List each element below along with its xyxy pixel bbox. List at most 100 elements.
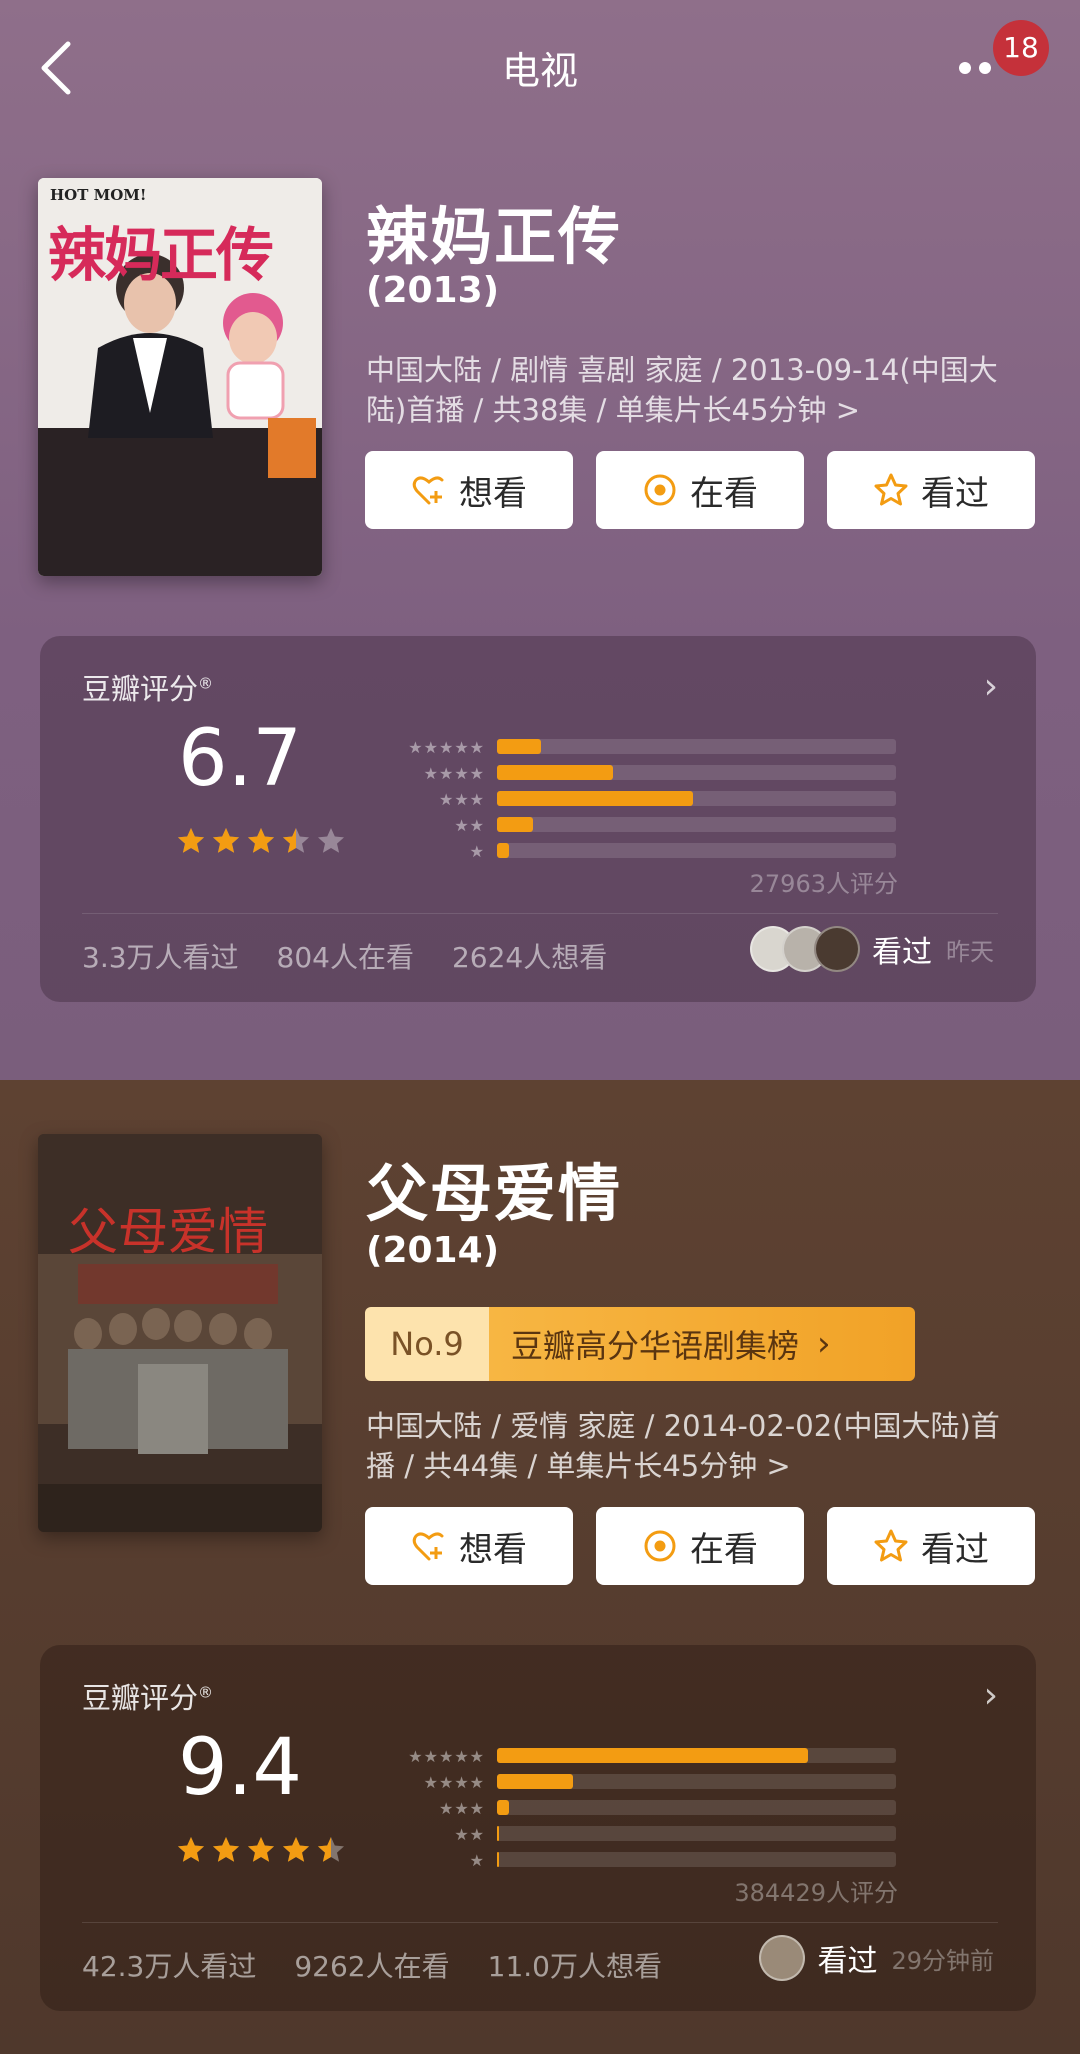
watching-button[interactable]: 在看: [596, 451, 804, 529]
poster-title-text: 父母爱情: [68, 1203, 268, 1261]
distribution-row-1-star: ★: [384, 1849, 934, 1873]
rating-stars: [176, 826, 351, 856]
friend-avatars: [759, 1935, 806, 1981]
notification-badge[interactable]: 18: [993, 20, 1049, 76]
rating-score: 9.4: [177, 1723, 303, 1813]
show-meta-info[interactable]: 中国大陆 / 剧情 喜剧 家庭 / 2013-09-14(中国大陆)首播 / 共…: [366, 350, 1026, 430]
star-icon: [248, 1837, 274, 1862]
target-icon: [642, 1528, 678, 1564]
distribution-row-5-star: ★ ★ ★ ★ ★: [384, 1745, 934, 1769]
rating-score: 6.7: [177, 714, 303, 804]
distribution-fill: [497, 1774, 573, 1789]
heart-plus-icon: [411, 472, 447, 508]
star-icon: [178, 828, 204, 853]
more-dot: [979, 62, 991, 74]
star-icon: [213, 828, 239, 853]
distribution-track: [497, 817, 896, 832]
distribution-fill: [497, 739, 541, 754]
distribution-fill: [497, 1748, 809, 1763]
more-dots-icon: [959, 62, 971, 74]
poster-image[interactable]: 父母爱情: [38, 1134, 322, 1532]
divider: [82, 1922, 998, 1923]
rating-stars: [176, 1835, 351, 1865]
chevron-right-icon[interactable]: ›: [984, 1675, 998, 1716]
rating-card[interactable]: 豆瓣评分® › 6.7 ★ ★ ★ ★ ★ ★ ★ ★ ★ ★ ★ ★ ★ ★ ★ 27963人评分 3.3…: [40, 636, 1036, 1002]
show-meta-info[interactable]: 中国大陆 / 爱情 家庭 / 2014-02-02(中国大陆)首播 / 共44集…: [366, 1406, 1026, 1486]
show-section-1: 电视 18 HOT MOM! 辣妈正传 辣妈正传 (2013) 中国大陆 / 剧…: [0, 0, 1080, 1080]
want-label: 想看: [459, 1529, 527, 1570]
star-icon: [318, 828, 344, 853]
divider: [82, 913, 998, 914]
show-title: 辣妈正传: [366, 200, 623, 273]
friend-time: 29分钟前: [891, 1946, 994, 1975]
rating-card[interactable]: 豆瓣评分® › 9.4 ★ ★ ★ ★ ★ ★ ★ ★ ★ ★ ★ ★ ★ ★ ★ 384429人评分 42…: [40, 1645, 1036, 2011]
friend-activity[interactable]: 看过 29分钟前: [759, 1935, 994, 1981]
heart-plus-icon: [411, 1528, 447, 1564]
want-to-watch-button[interactable]: 想看: [365, 451, 573, 529]
distribution-fill: [497, 1826, 499, 1841]
rank-name-label: 豆瓣高分华语剧集榜: [511, 1327, 800, 1365]
rank-number: No.9: [365, 1307, 489, 1381]
distribution-track: [497, 791, 896, 806]
show-year: (2013): [366, 270, 500, 311]
distribution-row-4-star: ★ ★ ★ ★: [384, 1771, 934, 1795]
distribution-fill: [497, 1800, 509, 1815]
mini-stars-icon: ★ ★ ★ ★ ★: [408, 1747, 484, 1766]
distribution-row-1-star: ★: [384, 840, 934, 864]
avatar: [814, 926, 860, 972]
distribution-track: [497, 843, 896, 858]
distribution-track: [497, 1748, 896, 1763]
page-title: 电视: [501, 49, 578, 93]
watched-button[interactable]: 看过: [827, 451, 1035, 529]
watched-count[interactable]: 3.3万人看过: [82, 936, 239, 976]
star-outline-icon: [873, 472, 909, 508]
distribution-fill: [497, 791, 693, 806]
target-icon: [642, 472, 678, 508]
top-bar: 电视 18: [0, 0, 1080, 140]
watching-count[interactable]: 804人在看: [277, 936, 414, 976]
chevron-right-icon[interactable]: ›: [984, 666, 998, 707]
distribution-row-4-star: ★ ★ ★ ★: [384, 762, 934, 786]
rating-count: 27963人评分: [749, 870, 898, 898]
watching-button[interactable]: 在看: [596, 1507, 804, 1585]
mini-stars-icon: ★ ★: [454, 816, 484, 835]
friend-time: 昨天: [946, 937, 994, 966]
star-icon: [283, 1837, 309, 1862]
watch-stats: 3.3万人看过 804人在看 2624人想看: [82, 936, 645, 976]
distribution-row-2-star: ★ ★: [384, 814, 934, 838]
watched-label: 看过: [921, 1529, 989, 1570]
watching-label: 在看: [690, 473, 758, 514]
show-year: (2014): [366, 1230, 500, 1271]
mini-stars-icon: ★ ★ ★: [438, 790, 484, 809]
star-icon: [178, 1837, 204, 1862]
distribution-track: [497, 1800, 896, 1815]
mini-stars-icon: ★ ★ ★: [438, 1799, 484, 1818]
friend-activity[interactable]: 看过 昨天: [750, 926, 994, 972]
watched-count[interactable]: 42.3万人看过: [82, 1945, 256, 1985]
rating-label: 豆瓣评分®: [82, 1681, 214, 1715]
want-to-watch-button[interactable]: 想看: [365, 1507, 573, 1585]
poster-image[interactable]: HOT MOM! 辣妈正传: [38, 178, 322, 576]
poster-caption: HOT MOM!: [50, 186, 147, 204]
distribution-track: [497, 765, 896, 780]
mini-stars-icon: ★: [469, 842, 484, 861]
friend-avatars: [750, 926, 860, 972]
wish-count[interactable]: 11.0万人想看: [488, 1945, 662, 1985]
distribution-row-2-star: ★ ★: [384, 1823, 934, 1847]
watching-count[interactable]: 9262人在看: [294, 1945, 449, 1985]
mini-stars-icon: ★ ★ ★ ★ ★: [408, 738, 484, 757]
wish-count[interactable]: 2624人想看: [452, 936, 607, 976]
distribution-fill: [497, 843, 509, 858]
distribution-fill: [497, 817, 533, 832]
distribution-row-5-star: ★ ★ ★ ★ ★: [384, 736, 934, 760]
rating-label: 豆瓣评分®: [82, 672, 214, 706]
show-title: 父母爱情: [366, 1157, 623, 1230]
friend-action: 看过: [872, 935, 932, 970]
ranking-badge[interactable]: No.9 豆瓣高分华语剧集榜 ›: [365, 1307, 915, 1381]
distribution-track: [497, 1826, 896, 1841]
chevron-right-icon: ›: [817, 1324, 831, 1364]
distribution-row-3-star: ★ ★ ★: [384, 1797, 934, 1821]
distribution-track: [497, 1774, 896, 1789]
watched-button[interactable]: 看过: [827, 1507, 1035, 1585]
mini-stars-icon: ★: [469, 1851, 484, 1870]
